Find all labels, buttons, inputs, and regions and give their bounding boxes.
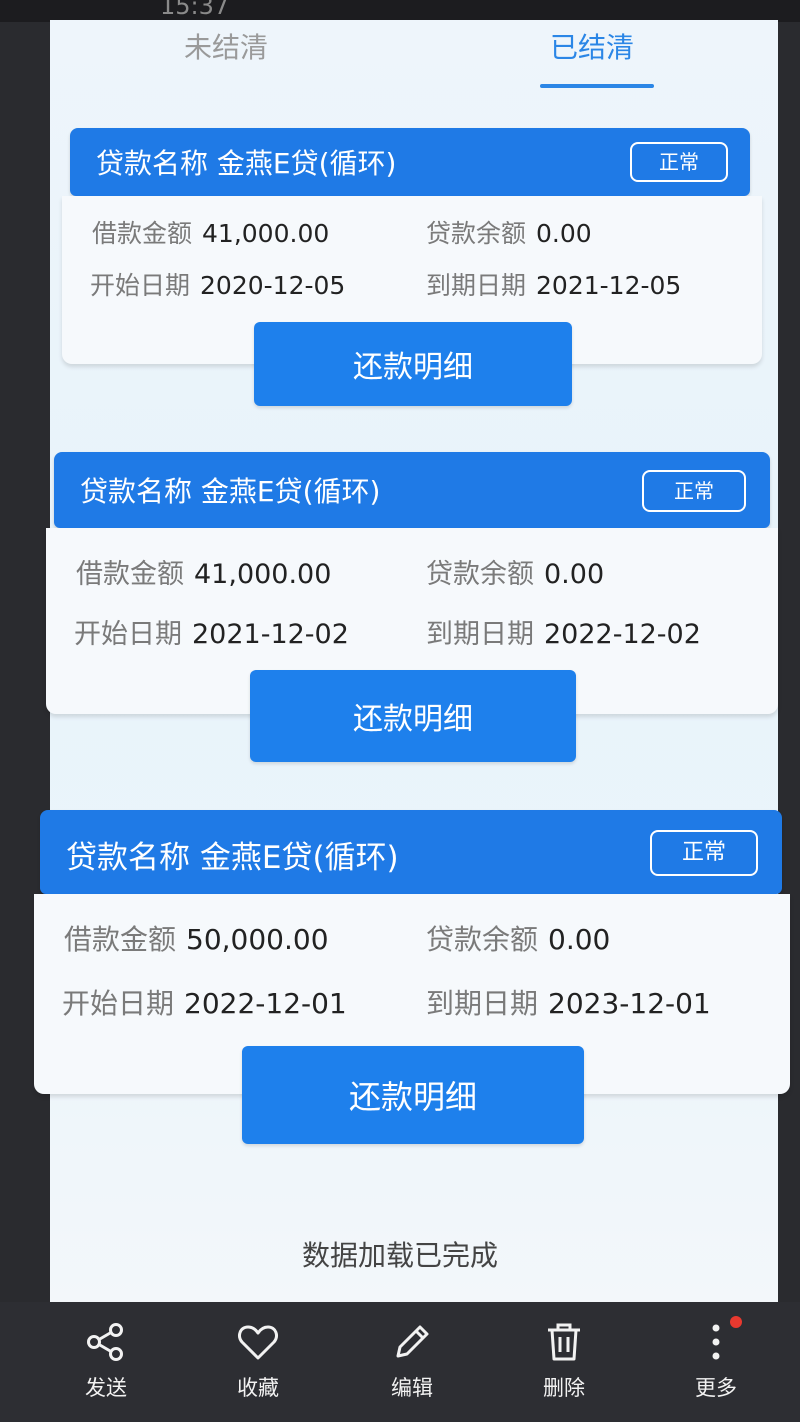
loan-card-header: 贷款名称 金燕E贷(循环) 正常 bbox=[40, 810, 782, 894]
delete-button[interactable]: 删除 bbox=[514, 1320, 614, 1402]
more-label: 更多 bbox=[695, 1376, 737, 1400]
start-date-label: 开始日期 bbox=[90, 271, 191, 300]
active-tab-indicator bbox=[540, 84, 654, 88]
end-date-value: 2021-12-05 bbox=[536, 271, 682, 300]
repayment-details-button[interactable]: 还款明细 bbox=[242, 1046, 584, 1144]
edit-button[interactable]: 编辑 bbox=[362, 1320, 462, 1402]
share-icon bbox=[87, 1323, 123, 1361]
loan-amount-field: 借款金额 41,000.00 bbox=[92, 214, 329, 250]
start-date-field: 开始日期 2020-12-05 bbox=[90, 266, 345, 302]
repayment-details-button[interactable]: 还款明细 bbox=[254, 322, 572, 406]
load-complete-message: 数据加载已完成 bbox=[301, 1239, 498, 1272]
end-date-label: 到期日期 bbox=[426, 271, 527, 300]
loan-amount-value: 41,000.00 bbox=[202, 219, 330, 248]
end-date-field: 到期日期 2023-12-01 bbox=[426, 982, 711, 1022]
status-time: 15:37 bbox=[160, 0, 230, 20]
tab-unsettled[interactable]: 未结清 bbox=[184, 26, 268, 66]
loan-balance-label: 贷款余额 bbox=[426, 559, 534, 590]
favorite-label: 收藏 bbox=[237, 1376, 279, 1400]
favorite-button[interactable]: 收藏 bbox=[208, 1320, 308, 1402]
start-date-field: 开始日期 2021-12-02 bbox=[74, 612, 349, 651]
heart-icon bbox=[238, 1325, 278, 1360]
loan-balance-label: 贷款余额 bbox=[426, 923, 539, 956]
loan-amount-label: 借款金额 bbox=[92, 219, 193, 248]
start-date-value: 2020-12-05 bbox=[200, 271, 346, 300]
end-date-value: 2022-12-02 bbox=[544, 619, 701, 650]
status-badge: 正常 bbox=[630, 142, 728, 182]
delete-label: 删除 bbox=[543, 1376, 585, 1400]
tab-settled[interactable]: 已结清 bbox=[550, 26, 634, 66]
loan-balance-field: 贷款余额 0.00 bbox=[426, 552, 604, 591]
share-button[interactable]: 发送 bbox=[56, 1320, 156, 1402]
status-badge: 正常 bbox=[650, 830, 758, 876]
loan-title: 贷款名称 金燕E贷(循环) bbox=[66, 840, 399, 876]
loan-card-header: 贷款名称 金燕E贷(循环) 正常 bbox=[54, 452, 770, 528]
start-date-value: 2022-12-01 bbox=[184, 987, 347, 1020]
more-button[interactable]: 更多 bbox=[666, 1320, 766, 1402]
loan-amount-field: 借款金额 50,000.00 bbox=[64, 918, 329, 958]
trash-icon bbox=[548, 1323, 580, 1361]
loan-amount-label: 借款金额 bbox=[76, 559, 184, 590]
loan-balance-label: 贷款余额 bbox=[426, 219, 527, 248]
loan-amount-value: 50,000.00 bbox=[186, 923, 329, 956]
repayment-details-button[interactable]: 还款明细 bbox=[250, 670, 576, 762]
loan-balance-value: 0.00 bbox=[548, 923, 611, 956]
loan-title: 贷款名称 金燕E贷(循环) bbox=[80, 475, 381, 508]
loan-balance-field: 贷款余额 0.00 bbox=[426, 918, 610, 958]
pencil-icon bbox=[396, 1325, 429, 1358]
loan-title: 贷款名称 金燕E贷(循环) bbox=[96, 147, 397, 180]
phone-bezel: 15:37 bbox=[0, 0, 800, 22]
end-date-label: 到期日期 bbox=[426, 987, 539, 1020]
loan-amount-field: 借款金额 41,000.00 bbox=[76, 552, 331, 591]
start-date-value: 2021-12-02 bbox=[192, 619, 349, 650]
notification-dot bbox=[730, 1316, 742, 1328]
edit-label: 编辑 bbox=[391, 1376, 433, 1400]
end-date-label: 到期日期 bbox=[426, 619, 534, 650]
loan-balance-value: 0.00 bbox=[544, 559, 605, 590]
start-date-label: 开始日期 bbox=[74, 619, 182, 650]
end-date-field: 到期日期 2021-12-05 bbox=[426, 266, 681, 302]
share-label: 发送 bbox=[85, 1376, 127, 1400]
start-date-label: 开始日期 bbox=[62, 987, 175, 1020]
loan-amount-value: 41,000.00 bbox=[194, 559, 332, 590]
end-date-value: 2023-12-01 bbox=[548, 987, 711, 1020]
loan-balance-value: 0.00 bbox=[536, 219, 592, 248]
status-badge: 正常 bbox=[642, 470, 746, 512]
end-date-field: 到期日期 2022-12-02 bbox=[426, 612, 701, 651]
loan-balance-field: 贷款余额 0.00 bbox=[426, 214, 592, 250]
start-date-field: 开始日期 2022-12-01 bbox=[62, 982, 347, 1022]
loan-card-header: 贷款名称 金燕E贷(循环) 正常 bbox=[70, 128, 750, 196]
bottom-action-bar: 发送 收藏 编辑 删除 更多 bbox=[0, 1302, 800, 1422]
tab-bar: 未结清 已结清 bbox=[50, 20, 778, 92]
loan-amount-label: 借款金额 bbox=[64, 923, 177, 956]
